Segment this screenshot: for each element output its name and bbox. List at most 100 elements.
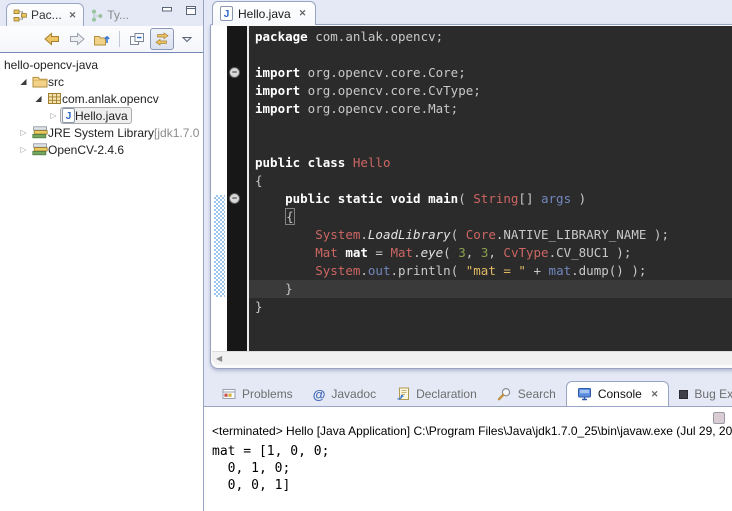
code-line: System.out.println( "mat = " + mat.dump(… xyxy=(249,262,732,280)
tab-label: Search xyxy=(518,387,556,401)
expand-arrow-icon[interactable]: ▷ xyxy=(47,111,60,120)
tree-item-suffix: [jdk1.7.0 xyxy=(154,126,199,140)
collapse-arrow-icon[interactable]: ◢ xyxy=(17,77,30,86)
view-tab-pac[interactable]: Pac... ✕ xyxy=(6,3,84,26)
console-output-line: 0, 1, 0; xyxy=(212,460,732,477)
up-folder-icon xyxy=(93,32,111,47)
code-line: Mat mat = Mat.eye( 3, 3, CvType.CV_8UC1 … xyxy=(249,244,732,262)
tree-item-content: hello-opencv-java xyxy=(2,57,102,73)
console-process-header: <terminated> Hello [Java Application] C:… xyxy=(204,407,732,438)
tab-javadoc[interactable]: @Javadoc xyxy=(303,382,386,406)
bug-icon xyxy=(679,390,688,399)
code-line: public class Hello xyxy=(249,154,732,172)
code-line: import org.opencv.core.CvType; xyxy=(249,82,732,100)
view-menu-icon xyxy=(182,36,192,43)
editor-tab-hello-java[interactable]: J Hello.java ✕ xyxy=(212,1,316,25)
console-output-line: mat = [1, 0, 0; xyxy=(212,443,732,460)
tree-item-label: JRE System Library xyxy=(48,126,154,140)
editor-tab-label: Hello.java xyxy=(238,7,291,21)
close-icon[interactable]: ✕ xyxy=(69,10,77,21)
view-window-buttons xyxy=(161,5,197,16)
package-explorer-icon xyxy=(13,9,27,22)
method-range-indicator xyxy=(214,195,225,297)
view-menu-button[interactable] xyxy=(175,28,199,50)
view-tab-label: Pac... xyxy=(31,8,62,22)
package-icon xyxy=(47,92,62,105)
package-explorer-toolbar xyxy=(0,26,203,53)
editor-frame: −− package com.anlak.opencv;import org.o… xyxy=(210,24,732,369)
tab-declaration[interactable]: Declaration xyxy=(386,382,487,406)
search-icon xyxy=(497,387,512,401)
project-tree[interactable]: hello-opencv-java◢src◢com.anlak.opencv▷J… xyxy=(0,53,203,511)
console-view: <terminated> Hello [Java Application] C:… xyxy=(204,406,732,511)
collapse-arrow-icon[interactable]: ◢ xyxy=(32,94,45,103)
console-toolbar-button[interactable] xyxy=(713,412,725,424)
java-file-icon: J xyxy=(62,108,75,123)
editor-horizontal-scrollbar[interactable]: ◀ xyxy=(212,351,732,365)
java-file-icon: J xyxy=(220,6,233,21)
tree-item-content: JRE System Library [jdk1.7.0 xyxy=(30,125,203,141)
close-icon[interactable]: ✕ xyxy=(651,389,659,400)
fold-collapse-icon[interactable]: − xyxy=(229,193,240,204)
tree-item-content: com.anlak.opencv xyxy=(45,91,163,107)
tree-item-src[interactable]: ◢ src xyxy=(0,73,203,90)
forward-button[interactable] xyxy=(65,28,89,50)
library-icon xyxy=(32,126,48,139)
tree-item-opencv-2-4-6[interactable]: ▷OpenCV-2.4.6 xyxy=(0,141,203,158)
tree-item-label: src xyxy=(48,75,64,89)
library-icon xyxy=(32,143,48,156)
maximize-icon[interactable] xyxy=(185,5,197,16)
back-button[interactable] xyxy=(40,28,64,50)
fold-gutter[interactable]: −− xyxy=(227,26,249,351)
code-line: { xyxy=(249,208,732,226)
code-line: import org.opencv.core.Mat; xyxy=(249,100,732,118)
tree-item-content: JHello.java xyxy=(60,107,132,124)
code-editor[interactable]: package com.anlak.opencv;import org.open… xyxy=(249,26,732,351)
tree-item-com-anlak-opencv[interactable]: ◢ com.anlak.opencv xyxy=(0,90,203,107)
back-icon xyxy=(43,32,61,46)
tree-item-content: OpenCV-2.4.6 xyxy=(30,142,128,158)
code-line: import org.opencv.core.Core; xyxy=(249,64,732,82)
scroll-left-arrow-icon[interactable]: ◀ xyxy=(212,354,222,363)
tab-console[interactable]: Console ✕ xyxy=(566,381,670,406)
up-folder-button[interactable] xyxy=(90,28,114,50)
close-icon[interactable]: ✕ xyxy=(299,8,307,19)
tab-search[interactable]: Search xyxy=(487,382,566,406)
fold-collapse-icon[interactable]: − xyxy=(229,67,240,78)
forward-icon xyxy=(68,32,86,46)
tab-label: Console xyxy=(598,387,642,401)
annotation-ruler[interactable] xyxy=(212,26,227,351)
declaration-icon xyxy=(396,387,410,401)
code-line xyxy=(249,118,732,136)
svg-text:J: J xyxy=(224,9,230,20)
tree-item-content: src xyxy=(30,74,68,90)
expand-arrow-icon[interactable]: ▷ xyxy=(17,145,30,154)
tree-item-label: Hello.java xyxy=(75,109,128,123)
link-with-editor-button[interactable] xyxy=(150,28,174,50)
eclipse-window: { "left_panel": { "tabs": [ { "label": "… xyxy=(0,0,732,511)
view-tab-ty[interactable]: Ty... xyxy=(84,4,136,26)
tree-item-jre-system-library[interactable]: ▷JRE System Library [jdk1.7.0 xyxy=(0,124,203,141)
tab-bug-explorer[interactable]: Bug Explorer xyxy=(669,382,732,406)
editor-body: −− package com.anlak.opencv;import org.o… xyxy=(212,26,732,351)
code-line xyxy=(249,136,732,154)
tree-item-label: hello-opencv-java xyxy=(4,58,98,72)
minimize-icon[interactable] xyxy=(161,5,173,16)
view-tab-label: Ty... xyxy=(107,8,129,22)
expand-arrow-icon[interactable]: ▷ xyxy=(17,128,30,137)
problems-icon xyxy=(222,388,236,400)
type-hierarchy-icon xyxy=(90,9,103,22)
left-view-tabs: Pac... ✕ Ty... xyxy=(0,0,203,26)
tab-label: Javadoc xyxy=(331,387,376,401)
tree-item-label: com.anlak.opencv xyxy=(62,92,159,106)
tree-item-hello-opencv-java[interactable]: hello-opencv-java xyxy=(0,56,203,73)
tab-problems[interactable]: Problems xyxy=(212,382,303,406)
toolbar-separator xyxy=(119,31,120,47)
tree-item-hello-java[interactable]: ▷JHello.java xyxy=(0,107,203,124)
console-output[interactable]: mat = [1, 0, 0; 0, 1, 0; 0, 0, 1] xyxy=(204,438,732,494)
collapse-all-button[interactable] xyxy=(125,28,149,50)
svg-text:J: J xyxy=(66,111,72,122)
code-line: { xyxy=(249,172,732,190)
package-explorer-view: Pac...✕Ty... hello-opencv-java◢src◢com.a… xyxy=(0,0,204,511)
code-line: } xyxy=(249,298,732,316)
